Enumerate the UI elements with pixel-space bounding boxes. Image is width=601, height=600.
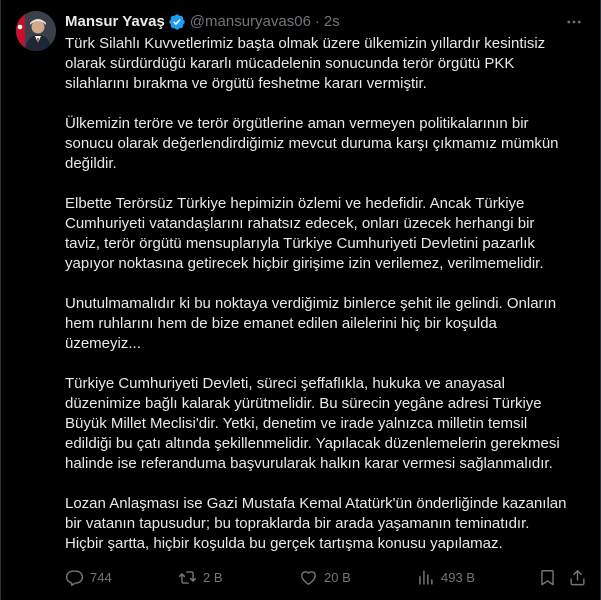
author-display-name[interactable]: Mansur Yavaş	[65, 12, 165, 32]
views-button[interactable]: 493 B	[416, 568, 475, 587]
avatar[interactable]	[16, 11, 56, 51]
reply-icon	[65, 568, 84, 587]
tweet-timestamp[interactable]: 2s	[324, 12, 340, 32]
tweet-paragraph: Unutulmamalıdır ki bu noktaya verdiğimiz…	[65, 295, 557, 352]
tweet-paragraph: Lozan Anlaşması ise Gazi Mustafa Kemal A…	[65, 495, 567, 552]
share-button[interactable]	[568, 568, 587, 587]
reply-count: 744	[90, 569, 112, 585]
tweet[interactable]: Mansur Yavaş @mansuryavas06 · 2s Türk Si…	[0, 0, 601, 600]
retweet-count: 2 B	[203, 569, 223, 585]
tweet-paragraph: Türkiye Cumhuriyeti Devleti, süreci şeff…	[65, 375, 560, 472]
header-separator: ·	[314, 13, 320, 30]
tweet-text: Türk Silahlı Kuvvetlerimiz başta olmak ü…	[65, 34, 581, 554]
verified-badge-icon[interactable]	[168, 13, 186, 31]
retweet-button[interactable]: 2 B	[178, 568, 223, 587]
bookmark-button[interactable]	[538, 568, 557, 587]
author-handle[interactable]: @mansuryavas06	[190, 12, 311, 32]
bookmark-icon	[538, 568, 557, 587]
like-icon	[299, 568, 318, 587]
views-count: 493 B	[441, 569, 475, 585]
share-icon	[568, 568, 587, 587]
tweet-paragraph: Elbette Terörsüz Türkiye hepimizin özlem…	[65, 195, 544, 272]
tweet-actions: 744 2 B 20 B 493 B	[65, 566, 585, 588]
tweet-header: Mansur Yavaş @mansuryavas06 · 2s	[65, 12, 340, 32]
tweet-paragraph: Ülkemizin teröre ve terör örgütlerine am…	[65, 115, 559, 172]
tweet-paragraph: Türk Silahlı Kuvvetlerimiz başta olmak ü…	[65, 35, 546, 92]
like-count: 20 B	[324, 569, 351, 585]
retweet-icon	[178, 568, 197, 587]
views-icon	[416, 568, 435, 587]
more-options-icon[interactable]	[564, 12, 584, 32]
like-button[interactable]: 20 B	[299, 568, 351, 587]
reply-button[interactable]: 744	[65, 568, 112, 587]
